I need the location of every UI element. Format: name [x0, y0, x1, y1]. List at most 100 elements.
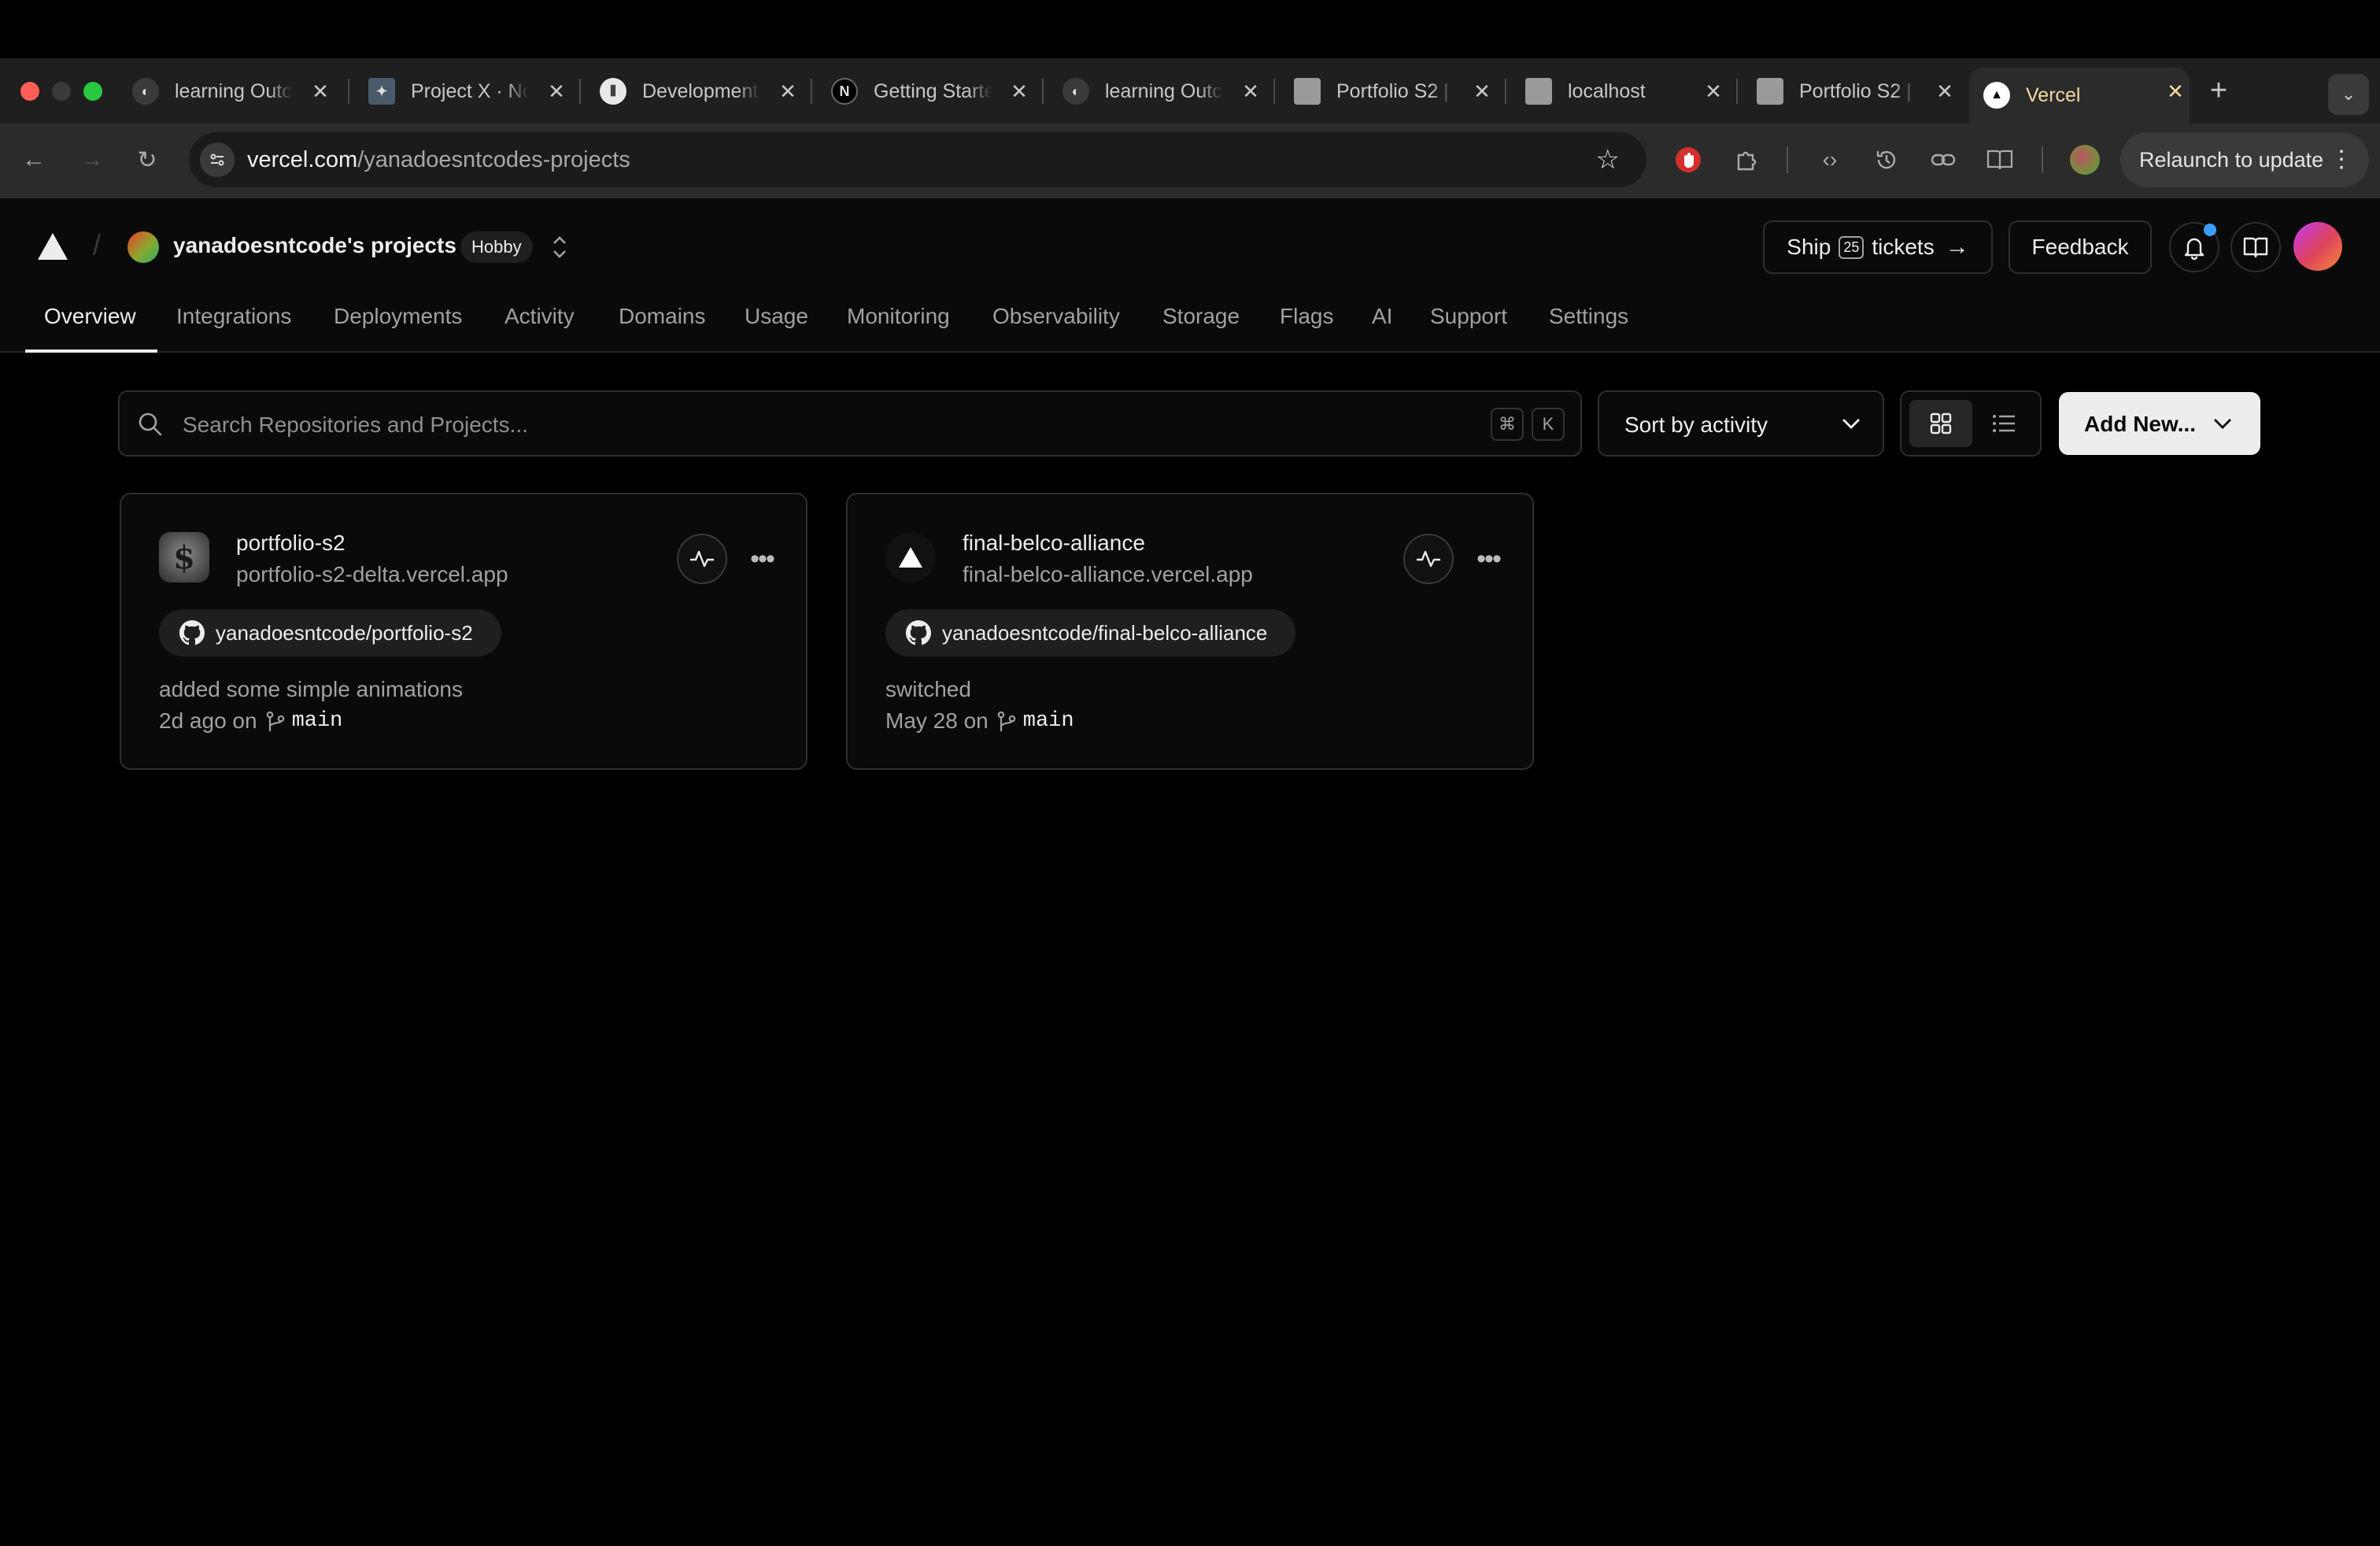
- project-url[interactable]: portfolio-s2-delta.vercel.app: [236, 562, 508, 587]
- tab-support[interactable]: Support: [1430, 304, 1507, 329]
- close-tab-icon[interactable]: ✕: [542, 77, 571, 105]
- tab-activity[interactable]: Activity: [504, 304, 575, 329]
- repo-link[interactable]: yanadoesntcode/portfolio-s2: [159, 609, 501, 656]
- shortcut-cmd-key: ⌘: [1491, 408, 1524, 441]
- adblock-extension-icon[interactable]: [1672, 143, 1705, 176]
- notification-dot: [2204, 224, 2216, 236]
- add-new-button[interactable]: Add New...: [2059, 392, 2260, 455]
- user-avatar[interactable]: [2293, 222, 2342, 271]
- sort-select[interactable]: Sort by activity: [1598, 390, 1884, 457]
- project-card[interactable]: final-belco-alliance final-belco-allianc…: [846, 493, 1534, 770]
- address-bar[interactable]: vercel.com/yanadoesntcodes-projects ☆: [189, 132, 1646, 187]
- link-icon[interactable]: [1927, 143, 1960, 176]
- profile-avatar-icon[interactable]: [2068, 143, 2101, 176]
- branch-name[interactable]: main: [1023, 709, 1074, 733]
- tab-deployments[interactable]: Deployments: [334, 304, 462, 329]
- tab-integrations[interactable]: Integrations: [176, 304, 291, 329]
- tab-divider: [1505, 79, 1506, 104]
- sort-label: Sort by activity: [1624, 412, 1768, 437]
- tab-divider: [811, 79, 812, 104]
- back-icon[interactable]: ←: [17, 143, 50, 176]
- browser-tab[interactable]: Portfolio S2 | ✕: [1280, 68, 1496, 115]
- branch-name[interactable]: main: [292, 709, 343, 733]
- browser-tab[interactable]: ✦ Project X · No ✕: [354, 68, 571, 115]
- window-zoom-button[interactable]: [83, 82, 102, 101]
- plan-badge: Hobby: [460, 231, 533, 263]
- vercel-logo-icon[interactable]: [36, 231, 69, 265]
- close-tab-icon[interactable]: ✕: [774, 77, 802, 105]
- tab-observability[interactable]: Observability: [992, 304, 1120, 329]
- notifications-button[interactable]: [2169, 222, 2219, 272]
- project-logo: $: [159, 532, 209, 583]
- grid-view-button[interactable]: [1909, 400, 1972, 447]
- docs-button[interactable]: [2230, 222, 2281, 272]
- browser-tab[interactable]: ⦀ Development ✕: [586, 68, 802, 115]
- tab-divider: [1273, 79, 1275, 104]
- close-tab-icon[interactable]: ✕: [1005, 77, 1033, 105]
- more-options-icon[interactable]: •••: [1469, 540, 1507, 578]
- team-switcher-icon[interactable]: [546, 231, 573, 263]
- browser-tab[interactable]: Portfolio S2 | ✕: [1743, 68, 1959, 115]
- search-input[interactable]: Search Repositories and Projects... ⌘ K: [118, 390, 1582, 457]
- project-card[interactable]: $ portfolio-s2 portfolio-s2-delta.vercel…: [120, 493, 808, 770]
- site-icon: [1294, 78, 1321, 105]
- reading-mode-icon[interactable]: [1983, 143, 2016, 176]
- bookmark-star-icon[interactable]: ☆: [1596, 144, 1620, 176]
- git-branch-icon: [997, 711, 1016, 731]
- site-settings-icon[interactable]: [200, 142, 235, 177]
- extensions-icon[interactable]: [1730, 143, 1763, 176]
- project-url[interactable]: final-belco-alliance.vercel.app: [963, 562, 1253, 587]
- devtools-icon[interactable]: ‹›: [1813, 143, 1846, 176]
- browser-tab-active[interactable]: ▲ Vercel ✕: [1969, 68, 2190, 123]
- feedback-button[interactable]: Feedback: [2009, 220, 2152, 274]
- activity-button[interactable]: [677, 534, 727, 584]
- close-tab-icon[interactable]: ✕: [1468, 77, 1496, 105]
- forward-icon[interactable]: →: [76, 143, 109, 176]
- reload-icon[interactable]: ↻: [131, 143, 164, 176]
- github-icon: [179, 620, 205, 645]
- window-close-button[interactable]: [20, 82, 39, 101]
- git-branch-icon: [266, 711, 284, 731]
- active-tab-indicator: [25, 350, 157, 353]
- close-tab-icon[interactable]: ✕: [1699, 77, 1728, 105]
- team-name[interactable]: yanadoesntcode's projects: [173, 233, 456, 258]
- ship-tickets-button[interactable]: Ship 25 tickets →: [1763, 220, 1993, 274]
- commit-message: added some simple animations: [159, 677, 463, 701]
- team-avatar[interactable]: [128, 231, 159, 263]
- tab-storage[interactable]: Storage: [1162, 304, 1240, 329]
- close-tab-icon[interactable]: ✕: [306, 77, 334, 105]
- portfolio-logo-icon: $: [173, 538, 195, 576]
- relaunch-to-update-button[interactable]: Relaunch to update ⋮: [2120, 132, 2369, 187]
- window-minimize-button[interactable]: [52, 82, 71, 101]
- close-tab-icon[interactable]: ✕: [1236, 77, 1265, 105]
- view-toggle: [1900, 390, 2042, 457]
- browser-tab[interactable]: localhost ✕: [1511, 68, 1728, 115]
- tab-overview[interactable]: Overview: [44, 304, 136, 329]
- tab-usage[interactable]: Usage: [745, 304, 808, 329]
- tab-domains[interactable]: Domains: [619, 304, 705, 329]
- project-name[interactable]: portfolio-s2: [236, 531, 346, 556]
- list-view-button[interactable]: [1972, 400, 2035, 447]
- list-icon: [1993, 415, 2015, 432]
- tab-search-icon[interactable]: ⌄: [2328, 74, 2369, 115]
- tab-settings[interactable]: Settings: [1549, 304, 1628, 329]
- activity-button[interactable]: [1403, 534, 1454, 584]
- tab-monitoring[interactable]: Monitoring: [847, 304, 950, 329]
- repo-link[interactable]: yanadoesntcode/final-belco-alliance: [885, 609, 1296, 656]
- project-logo: [885, 532, 936, 583]
- new-tab-icon[interactable]: +: [2202, 74, 2235, 107]
- vercel-icon: ▲: [1983, 82, 2010, 109]
- history-icon[interactable]: [1870, 143, 1903, 176]
- site-icon: [1525, 78, 1552, 105]
- close-tab-icon[interactable]: ✕: [2161, 77, 2190, 105]
- project-name[interactable]: final-belco-alliance: [963, 531, 1145, 556]
- browser-tab[interactable]: ◐ learning Outc ✕: [118, 68, 334, 115]
- close-tab-icon[interactable]: ✕: [1931, 77, 1959, 105]
- nextjs-icon: N: [831, 78, 858, 105]
- tab-flags[interactable]: Flags: [1280, 304, 1333, 329]
- tab-ai[interactable]: AI: [1372, 304, 1392, 329]
- browser-tab[interactable]: N Getting Starte ✕: [817, 68, 1033, 115]
- browser-tab[interactable]: ◐ learning Outc ✕: [1048, 68, 1265, 115]
- more-vertical-icon[interactable]: ⋮: [2330, 148, 2353, 172]
- more-options-icon[interactable]: •••: [743, 540, 781, 578]
